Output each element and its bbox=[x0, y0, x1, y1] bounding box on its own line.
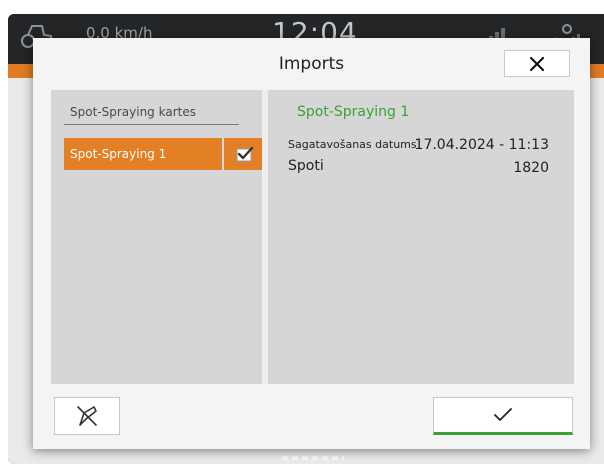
imports-dialog: Imports Spot-Spraying kartes Spot-Sprayi… bbox=[33, 38, 590, 449]
page-indicator bbox=[282, 456, 344, 460]
disable-spraying-button[interactable] bbox=[54, 397, 120, 435]
list-heading-divider bbox=[64, 124, 239, 125]
spots-value: 1820 bbox=[513, 160, 549, 176]
list-item-checkbox[interactable] bbox=[224, 138, 265, 170]
created-date-value: 17.04.2024 - 11:13 bbox=[414, 137, 549, 153]
close-button[interactable] bbox=[504, 50, 570, 77]
list-item-label: Spot-Spraying 1 bbox=[70, 147, 167, 161]
checkbox-checked-icon bbox=[236, 146, 253, 162]
details-title: Spot-Spraying 1 bbox=[297, 104, 410, 120]
list-item-spot-spraying-1[interactable]: Spot-Spraying 1 bbox=[64, 138, 222, 170]
map-list-panel: Spot-Spraying kartes Spot-Spraying 1 bbox=[51, 90, 277, 384]
dialog-header: Imports bbox=[33, 38, 590, 90]
details-panel: Spot-Spraying 1 Sagatavošanas datums 17.… bbox=[268, 90, 574, 384]
confirm-button[interactable] bbox=[433, 397, 573, 435]
close-icon bbox=[529, 56, 545, 71]
spray-off-icon bbox=[77, 406, 97, 426]
created-date-label: Sagatavošanas datums bbox=[288, 138, 417, 151]
checkmark-icon bbox=[494, 408, 512, 421]
list-heading: Spot-Spraying kartes bbox=[70, 105, 196, 119]
spots-label: Spoti bbox=[288, 158, 324, 174]
